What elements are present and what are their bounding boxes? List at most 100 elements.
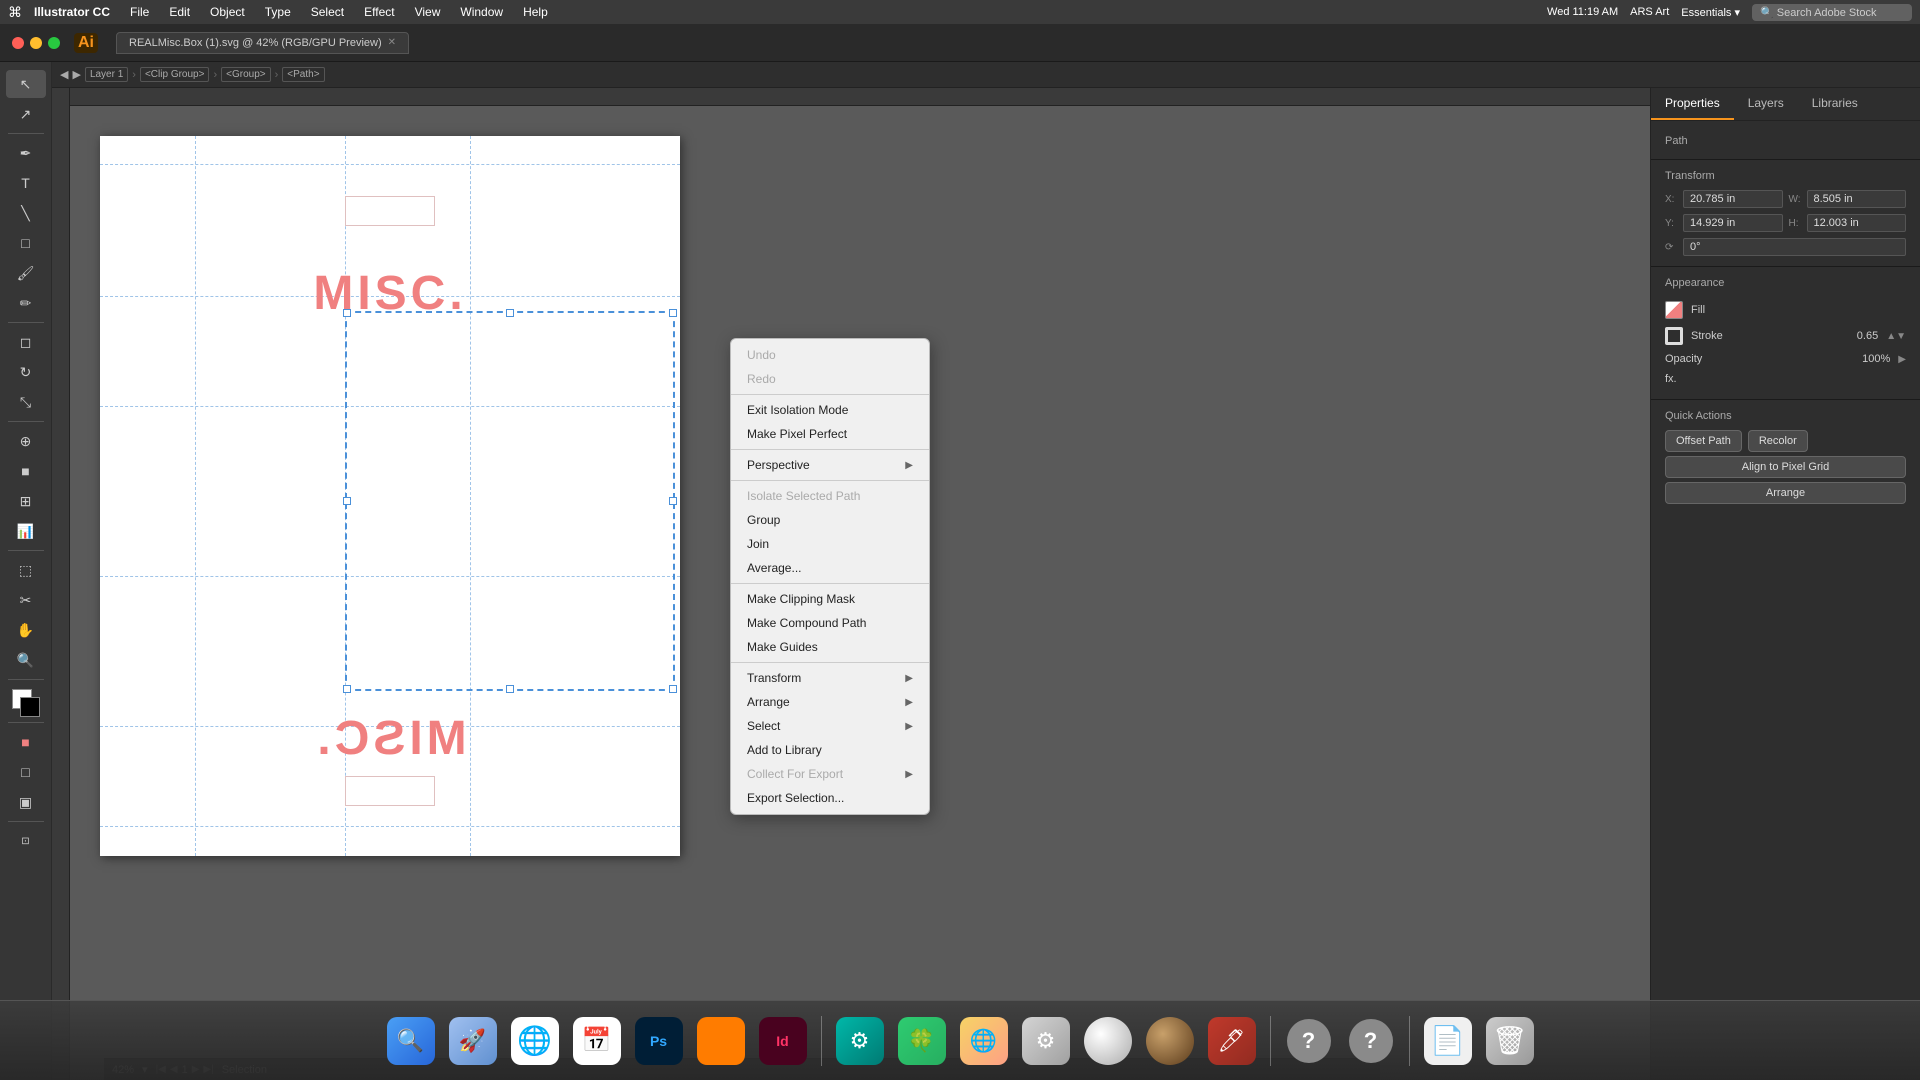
- tool-extra-2[interactable]: □: [6, 758, 46, 786]
- ctx-collect-export[interactable]: Collect For Export ▶: [731, 762, 929, 786]
- breadcrumb-path[interactable]: <Path>: [282, 67, 324, 82]
- handle-tr[interactable]: [669, 309, 677, 317]
- canvas-area[interactable]: MISC.: [52, 88, 1650, 1080]
- ctx-arrange[interactable]: Arrange ▶: [731, 690, 929, 714]
- menu-object[interactable]: Object: [202, 3, 253, 21]
- search-adobe-stock[interactable]: 🔍 Search Adobe Stock: [1752, 4, 1912, 21]
- breadcrumb-layer1[interactable]: Layer 1: [85, 67, 128, 82]
- stroke-stepper[interactable]: ▲▼: [1886, 331, 1906, 342]
- breadcrumb-nav-next[interactable]: ▶: [72, 68, 80, 81]
- tab-libraries[interactable]: Libraries: [1798, 88, 1872, 120]
- breadcrumb-clipgroup[interactable]: <Clip Group>: [140, 67, 209, 82]
- maximize-button[interactable]: [48, 37, 60, 49]
- ctx-isolate-path[interactable]: Isolate Selected Path: [731, 484, 929, 508]
- handle-br[interactable]: [669, 685, 677, 693]
- tool-blend[interactable]: ⊕: [6, 427, 46, 455]
- tab-properties[interactable]: Properties: [1651, 88, 1734, 120]
- tool-slice[interactable]: ✂: [6, 586, 46, 614]
- recolor-button[interactable]: Recolor: [1748, 430, 1808, 452]
- dock-chrome[interactable]: 🌐: [507, 1013, 563, 1069]
- minimize-button[interactable]: [30, 37, 42, 49]
- stroke-color-swatch[interactable]: [20, 697, 40, 717]
- dock-ball2[interactable]: [1142, 1013, 1198, 1069]
- ctx-clipping-mask[interactable]: Make Clipping Mask: [731, 587, 929, 611]
- dock-ball[interactable]: [1080, 1013, 1136, 1069]
- dock-app8[interactable]: ⚙: [1018, 1013, 1074, 1069]
- ctx-join[interactable]: Join: [731, 532, 929, 556]
- transform-w-value[interactable]: 8.505 in: [1807, 190, 1907, 208]
- menu-select[interactable]: Select: [303, 3, 352, 21]
- tool-scale[interactable]: ⤡: [6, 388, 46, 416]
- menu-window[interactable]: Window: [452, 3, 511, 21]
- stroke-color-preview[interactable]: [1665, 327, 1683, 345]
- ctx-perspective[interactable]: Perspective ▶: [731, 453, 929, 477]
- transform-x-value[interactable]: 20.785 in: [1683, 190, 1783, 208]
- apple-logo-icon[interactable]: ⌘: [8, 4, 22, 21]
- ctx-average[interactable]: Average...: [731, 556, 929, 580]
- ctx-pixel-perfect[interactable]: Make Pixel Perfect: [731, 422, 929, 446]
- tool-libraries[interactable]: ⊡: [6, 827, 46, 855]
- align-pixel-grid-button[interactable]: Align to Pixel Grid: [1665, 456, 1906, 478]
- tool-rotate[interactable]: ↻: [6, 358, 46, 386]
- menu-effect[interactable]: Effect: [356, 3, 402, 21]
- breadcrumb-group[interactable]: <Group>: [221, 67, 270, 82]
- tool-type[interactable]: T: [6, 169, 46, 197]
- menu-edit[interactable]: Edit: [161, 3, 198, 21]
- handle-bm[interactable]: [506, 685, 514, 693]
- tool-extra-1[interactable]: ■: [6, 728, 46, 756]
- ctx-undo[interactable]: Undo: [731, 343, 929, 367]
- opacity-arrow[interactable]: ▶: [1898, 354, 1906, 365]
- menu-view[interactable]: View: [407, 3, 449, 21]
- tool-eraser[interactable]: ◻: [6, 328, 46, 356]
- dock-photoshop[interactable]: Ps: [631, 1013, 687, 1069]
- dock-app7[interactable]: 🌐: [956, 1013, 1012, 1069]
- ctx-add-library[interactable]: Add to Library: [731, 738, 929, 762]
- menu-type[interactable]: Type: [257, 3, 299, 21]
- ctx-transform[interactable]: Transform ▶: [731, 666, 929, 690]
- dock-calendar[interactable]: 📅: [569, 1013, 625, 1069]
- tool-paintbrush[interactable]: 🖌: [6, 259, 46, 287]
- tab-close-button[interactable]: ✕: [388, 37, 396, 48]
- transform-y-value[interactable]: 14.929 in: [1683, 214, 1783, 232]
- transform-h-value[interactable]: 12.003 in: [1807, 214, 1907, 232]
- tool-hand[interactable]: ✋: [6, 616, 46, 644]
- rotation-value[interactable]: 0°: [1683, 238, 1906, 256]
- handle-ml[interactable]: [343, 497, 351, 505]
- handle-mr[interactable]: [669, 497, 677, 505]
- tool-line[interactable]: ╲: [6, 199, 46, 227]
- dock-finder2[interactable]: 📄: [1420, 1013, 1476, 1069]
- dock-app6[interactable]: 🍀: [894, 1013, 950, 1069]
- dock-question1[interactable]: ?: [1281, 1013, 1337, 1069]
- menu-help[interactable]: Help: [515, 3, 556, 21]
- dock-launchpad[interactable]: 🚀: [445, 1013, 501, 1069]
- dock-question2[interactable]: ?: [1343, 1013, 1399, 1069]
- handle-tm[interactable]: [506, 309, 514, 317]
- offset-path-button[interactable]: Offset Path: [1665, 430, 1742, 452]
- document-tab[interactable]: REALMisc.Box (1).svg @ 42% (RGB/GPU Prev…: [116, 32, 409, 54]
- close-button[interactable]: [12, 37, 24, 49]
- tool-pencil[interactable]: ✏: [6, 289, 46, 317]
- handle-tl[interactable]: [343, 309, 351, 317]
- ctx-make-guides[interactable]: Make Guides: [731, 635, 929, 659]
- tool-pen[interactable]: ✒: [6, 139, 46, 167]
- dock-trash[interactable]: 🗑: [1482, 1013, 1538, 1069]
- ctx-exit-isolation[interactable]: Exit Isolation Mode: [731, 398, 929, 422]
- tool-direct-selection[interactable]: ↗: [6, 100, 46, 128]
- menu-essentials[interactable]: Essentials ▾: [1681, 6, 1740, 19]
- dock-app5[interactable]: ⚙: [832, 1013, 888, 1069]
- ctx-compound-path[interactable]: Make Compound Path: [731, 611, 929, 635]
- tool-mesh[interactable]: ⊞: [6, 487, 46, 515]
- tool-zoom[interactable]: 🔍: [6, 646, 46, 674]
- color-swatch-pair[interactable]: [12, 689, 40, 717]
- dock-illustrator[interactable]: Ai: [693, 1013, 749, 1069]
- ctx-export-selection[interactable]: Export Selection...: [731, 786, 929, 810]
- artboard[interactable]: MISC.: [100, 136, 680, 856]
- dock-app-red[interactable]: 🖊: [1204, 1013, 1260, 1069]
- ctx-select[interactable]: Select ▶: [731, 714, 929, 738]
- opacity-value[interactable]: 100%: [1862, 353, 1890, 365]
- selected-path[interactable]: [345, 311, 675, 691]
- tool-artboard[interactable]: ⬚: [6, 556, 46, 584]
- tool-gradient[interactable]: ■: [6, 457, 46, 485]
- tool-selection[interactable]: ↖: [6, 70, 46, 98]
- menu-file[interactable]: File: [122, 3, 157, 21]
